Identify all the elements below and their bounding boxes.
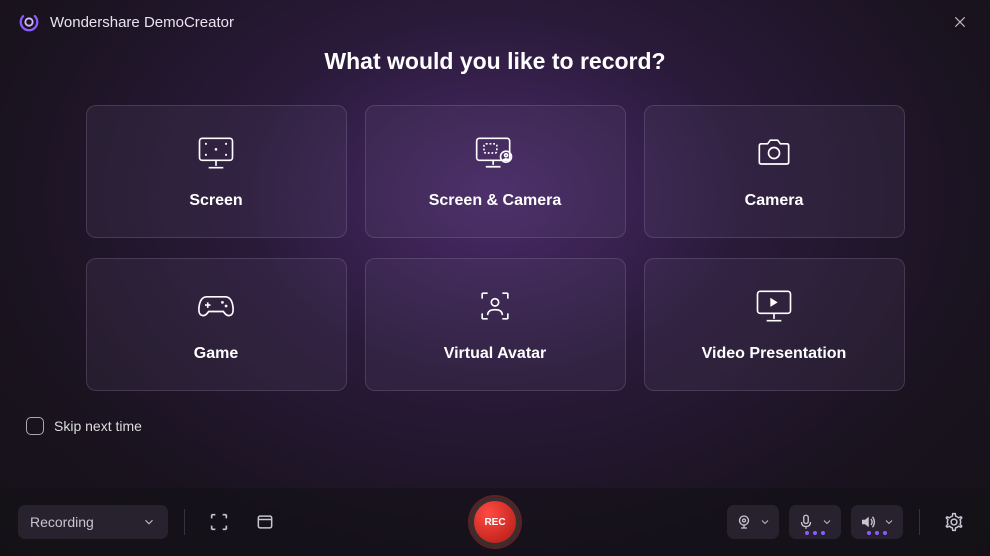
card-label: Video Presentation (702, 345, 847, 363)
titlebar: Wondershare DemoCreator (0, 0, 990, 42)
crop-icon (208, 511, 230, 533)
card-game[interactable]: Game (86, 258, 347, 391)
virtual-avatar-icon (473, 287, 517, 325)
card-label: Screen & Camera (429, 192, 562, 210)
skip-checkbox[interactable] (26, 417, 44, 435)
record-button[interactable]: REC (470, 497, 520, 547)
page-heading: What would you like to record? (0, 48, 990, 75)
mode-grid: Screen Screen & Camera Camera (0, 105, 990, 391)
chevron-down-icon (142, 515, 156, 529)
chevron-down-icon (759, 516, 771, 528)
video-presentation-icon (752, 287, 796, 325)
brand: Wondershare DemoCreator (18, 11, 234, 33)
app-logo-icon (18, 11, 40, 33)
microphone-icon (797, 513, 815, 531)
game-icon (194, 287, 238, 325)
mode-dropdown-label: Recording (30, 514, 94, 530)
card-label: Game (194, 345, 238, 363)
skip-row: Skip next time (26, 417, 990, 435)
webcam-icon (735, 513, 753, 531)
gear-icon (944, 512, 964, 532)
screen-camera-icon (473, 134, 517, 172)
divider (919, 509, 920, 535)
mode-dropdown[interactable]: Recording (18, 505, 168, 539)
window-icon (255, 512, 275, 532)
card-label: Camera (745, 192, 804, 210)
chevron-down-icon (883, 516, 895, 528)
close-button[interactable] (948, 10, 972, 34)
skip-label: Skip next time (54, 418, 142, 434)
card-label: Virtual Avatar (444, 345, 547, 363)
card-screen-camera[interactable]: Screen & Camera (365, 105, 626, 238)
app-title: Wondershare DemoCreator (50, 14, 234, 31)
card-label: Screen (189, 192, 242, 210)
mic-level-indicator (805, 531, 825, 535)
camera-icon (752, 134, 796, 172)
speaker-level-indicator (867, 531, 887, 535)
crop-area-button[interactable] (201, 505, 237, 539)
bottom-bar: Recording REC (0, 488, 990, 556)
divider (184, 509, 185, 535)
card-camera[interactable]: Camera (644, 105, 905, 238)
close-icon (952, 14, 968, 30)
right-tools (727, 505, 972, 539)
record-label: REC (484, 517, 505, 528)
settings-button[interactable] (936, 505, 972, 539)
card-virtual-avatar[interactable]: Virtual Avatar (365, 258, 626, 391)
chevron-down-icon (821, 516, 833, 528)
card-video-presentation[interactable]: Video Presentation (644, 258, 905, 391)
card-screen[interactable]: Screen (86, 105, 347, 238)
webcam-dropdown[interactable] (727, 505, 779, 539)
window-select-button[interactable] (247, 505, 283, 539)
screen-icon (194, 134, 238, 172)
speaker-icon (859, 513, 877, 531)
